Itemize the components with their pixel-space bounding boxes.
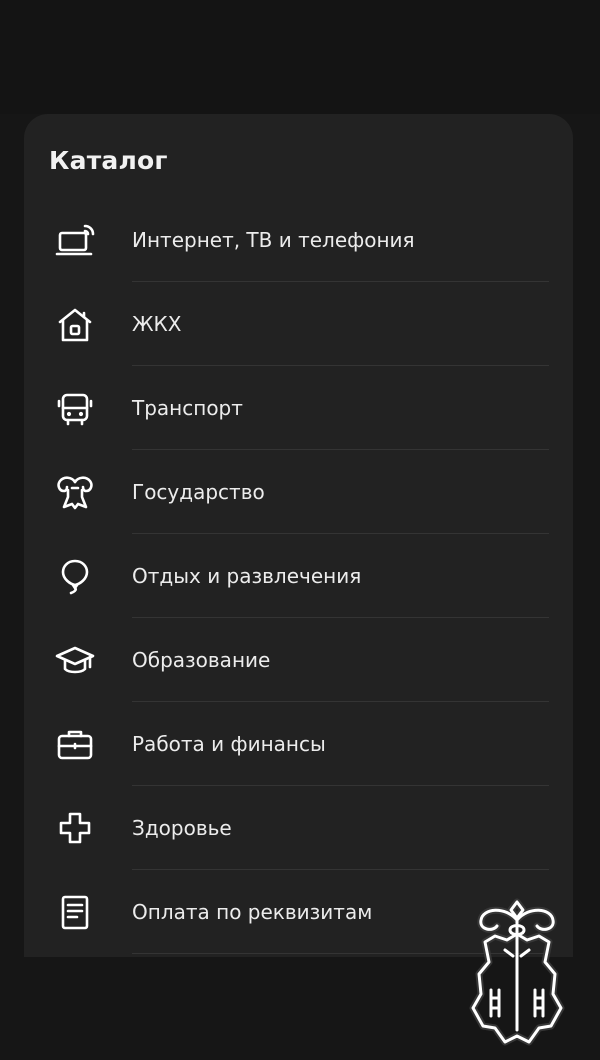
catalog-item-label: Отдых и развлечения [132,564,362,588]
catalog-item-label: Оплата по реквизитам [132,900,373,924]
catalog-list: Интернет, ТВ и телефония ЖКХ Транспорт Г… [24,198,573,954]
catalog-item-government[interactable]: Государство [24,450,573,534]
bus-icon [54,389,96,429]
catalog-item-leisure[interactable]: Отдых и развлечения [24,534,573,618]
catalog-item-label: Интернет, ТВ и телефония [132,228,415,252]
balloon-icon [54,557,96,597]
graduation-cap-icon [54,641,96,681]
catalog-item-label: Работа и финансы [132,732,326,756]
catalog-item-label: Государство [132,480,265,504]
document-icon [54,893,96,933]
briefcase-icon [54,725,96,765]
medical-cross-icon [54,809,96,849]
house-icon [54,305,96,345]
screen: Каталог Интернет, ТВ и телефония ЖКХ Тра… [0,0,600,1060]
catalog-item-label: ЖКХ [132,312,182,336]
catalog-item-internet[interactable]: Интернет, ТВ и телефония [24,198,573,282]
coat-of-arms-icon [54,473,96,513]
catalog-item-transport[interactable]: Транспорт [24,366,573,450]
catalog-item-health[interactable]: Здоровье [24,786,573,870]
emblem-watermark-icon [455,890,580,1050]
catalog-item-label: Здоровье [132,816,232,840]
catalog-sheet: Каталог Интернет, ТВ и телефония ЖКХ Тра… [24,114,573,957]
catalog-item-label: Транспорт [132,396,243,420]
dimmed-background[interactable] [0,0,600,114]
catalog-item-education[interactable]: Образование [24,618,573,702]
catalog-item-label: Образование [132,648,271,672]
laptop-signal-icon [54,221,96,261]
catalog-title: Каталог [49,146,168,175]
catalog-item-housing[interactable]: ЖКХ [24,282,573,366]
catalog-item-work-finance[interactable]: Работа и финансы [24,702,573,786]
